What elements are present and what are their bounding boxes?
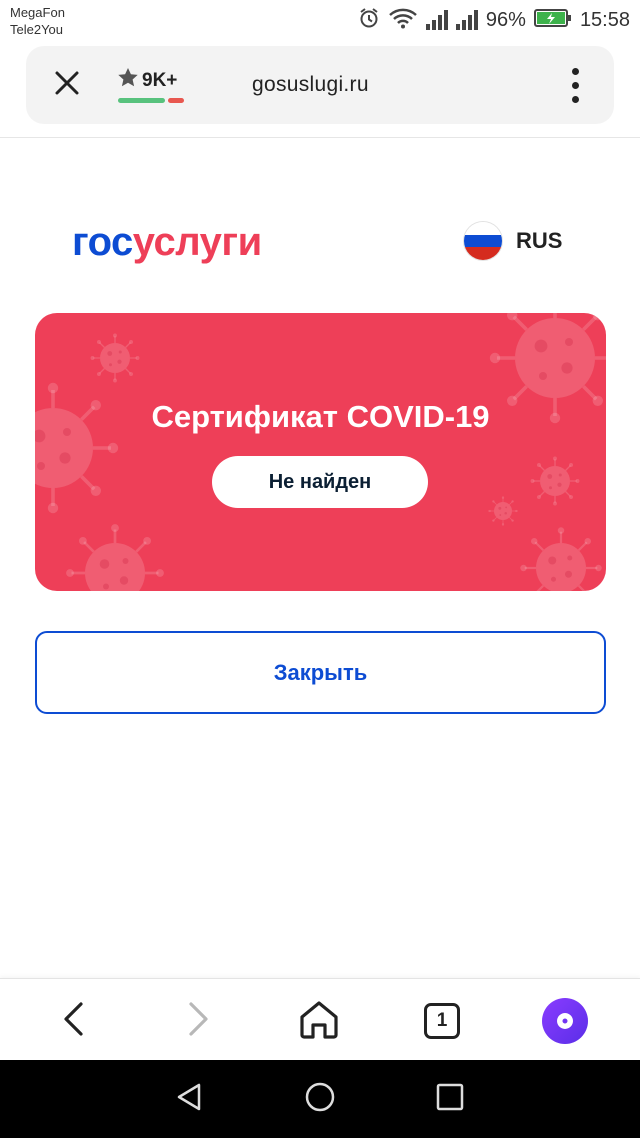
battery-charging-icon <box>533 8 572 33</box>
back-icon <box>61 1001 87 1042</box>
browser-bottom-bar: 1 <box>0 978 640 1060</box>
circle-home-icon <box>304 1081 336 1118</box>
wifi-icon <box>388 7 418 34</box>
address-bar[interactable]: 9K+ gosuslugi.ru <box>26 46 614 124</box>
alice-icon <box>542 998 588 1044</box>
square-recents-icon <box>435 1082 465 1117</box>
url-text[interactable]: gosuslugi.ru <box>252 73 369 97</box>
nav-recents-button[interactable] <box>430 1079 470 1119</box>
rating-bar <box>118 98 184 103</box>
certificate-title: Сертификат COVID-19 <box>151 399 490 434</box>
certificate-status-badge: Не найден <box>212 456 428 508</box>
forward-icon <box>185 1001 211 1042</box>
battery-percent: 96% <box>485 8 526 31</box>
nav-back-button[interactable] <box>170 1079 210 1119</box>
close-icon <box>54 70 80 101</box>
rating-positive <box>118 98 165 103</box>
signal-icon <box>425 10 448 30</box>
carrier-names: MegaFon Tele2You <box>10 4 65 38</box>
triangle-back-icon <box>175 1082 205 1117</box>
russia-flag-icon <box>464 222 502 260</box>
forward-button[interactable] <box>174 997 222 1045</box>
rating-count: 9K+ <box>142 69 178 91</box>
alarm-icon <box>358 7 380 34</box>
signal-icon <box>455 10 478 30</box>
status-bar: MegaFon Tele2You 96% 15:58 <box>0 0 640 42</box>
logo-part-gos: гос <box>72 220 133 264</box>
logo-part-uslugi: услуги <box>132 220 262 264</box>
close-tab-button[interactable] <box>48 66 86 104</box>
rating-negative <box>168 98 184 103</box>
home-button[interactable] <box>295 997 343 1045</box>
back-button[interactable] <box>50 997 98 1045</box>
alice-assistant-button[interactable] <box>541 997 589 1045</box>
status-icons: 96% 15:58 <box>358 6 630 34</box>
close-button[interactable]: Закрыть <box>35 631 606 714</box>
system-navigation-bar <box>0 1060 640 1138</box>
gosuslugi-logo[interactable]: госуслуги <box>72 218 262 266</box>
site-rating-badge[interactable]: 9K+ <box>118 68 184 108</box>
carrier-1: MegaFon <box>10 5 65 20</box>
browser-toolbar: 9K+ gosuslugi.ru <box>0 42 640 138</box>
home-icon <box>298 999 340 1044</box>
virus-pattern-icon <box>35 313 606 591</box>
tabs-button[interactable]: 1 <box>418 997 466 1045</box>
language-switcher[interactable]: RUS <box>464 222 562 260</box>
star-icon <box>118 68 138 93</box>
covid-certificate-card: Сертификат COVID-19 Не найден <box>35 313 606 591</box>
carrier-2: Tele2You <box>10 22 64 37</box>
more-vert-icon[interactable] <box>560 66 590 104</box>
tabs-count: 1 <box>424 1003 460 1039</box>
nav-home-button[interactable] <box>300 1079 340 1119</box>
language-label: RUS <box>516 228 563 253</box>
clock: 15:58 <box>579 8 630 31</box>
